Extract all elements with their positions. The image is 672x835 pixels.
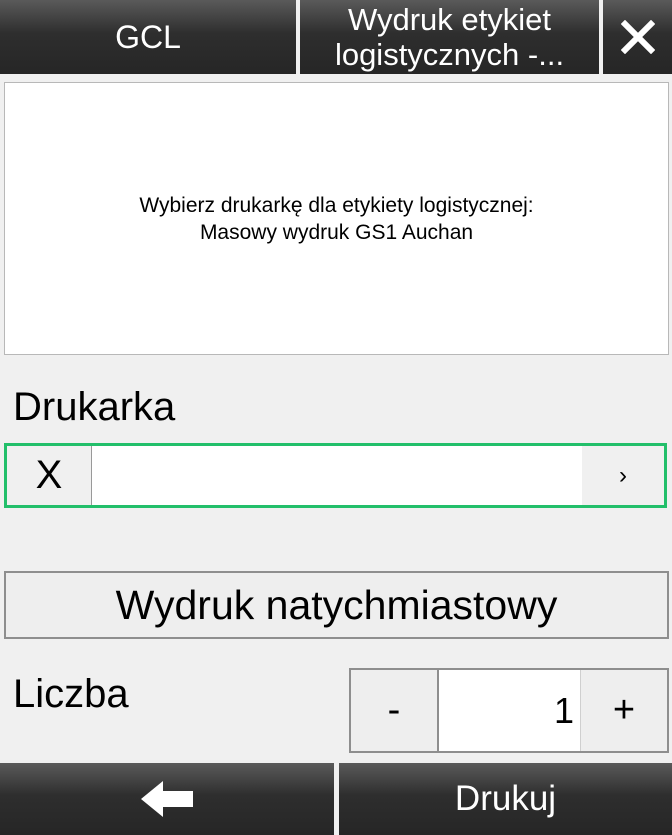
bottom-bar: Drukuj (0, 763, 672, 835)
printer-field: X › (4, 443, 667, 508)
arrow-left-icon (141, 781, 193, 817)
close-button[interactable] (603, 0, 672, 74)
count-input[interactable] (439, 670, 580, 751)
app-button[interactable]: GCL (0, 0, 296, 74)
count-stepper: - + (349, 668, 669, 753)
title-line-2: logistycznych -... (334, 37, 565, 72)
close-icon (620, 20, 655, 54)
immediate-print-label: Wydruk natychmiastowy (115, 581, 558, 628)
back-button[interactable] (0, 763, 334, 835)
print-button[interactable]: Drukuj (339, 763, 672, 835)
decrement-button[interactable]: - (351, 670, 439, 751)
message-line-1: Wybierz drukarkę dla etykiety logistyczn… (139, 193, 534, 217)
printer-label: Drukarka (13, 385, 176, 429)
top-bar: GCL Wydruk etykiet logistycznych -... (0, 0, 672, 75)
clear-printer-button[interactable]: X (7, 446, 92, 505)
title-line-1: Wydruk etykiet (348, 2, 551, 37)
message-panel: Wybierz drukarkę dla etykiety logistyczn… (4, 82, 669, 355)
app-button-label: GCL (115, 18, 181, 55)
print-button-label: Drukuj (454, 779, 557, 818)
increment-button[interactable]: + (580, 670, 667, 751)
immediate-print-button[interactable]: Wydruk natychmiastowy (4, 571, 669, 639)
printer-select-button[interactable]: › (582, 446, 664, 505)
message-line-2: Masowy wydruk GS1 Auchan (199, 220, 474, 244)
chevron-right-icon: › (619, 461, 627, 489)
printer-input[interactable] (92, 446, 582, 505)
count-label: Liczba (13, 672, 129, 716)
screen-title-button[interactable]: Wydruk etykiet logistycznych -... (300, 0, 599, 74)
